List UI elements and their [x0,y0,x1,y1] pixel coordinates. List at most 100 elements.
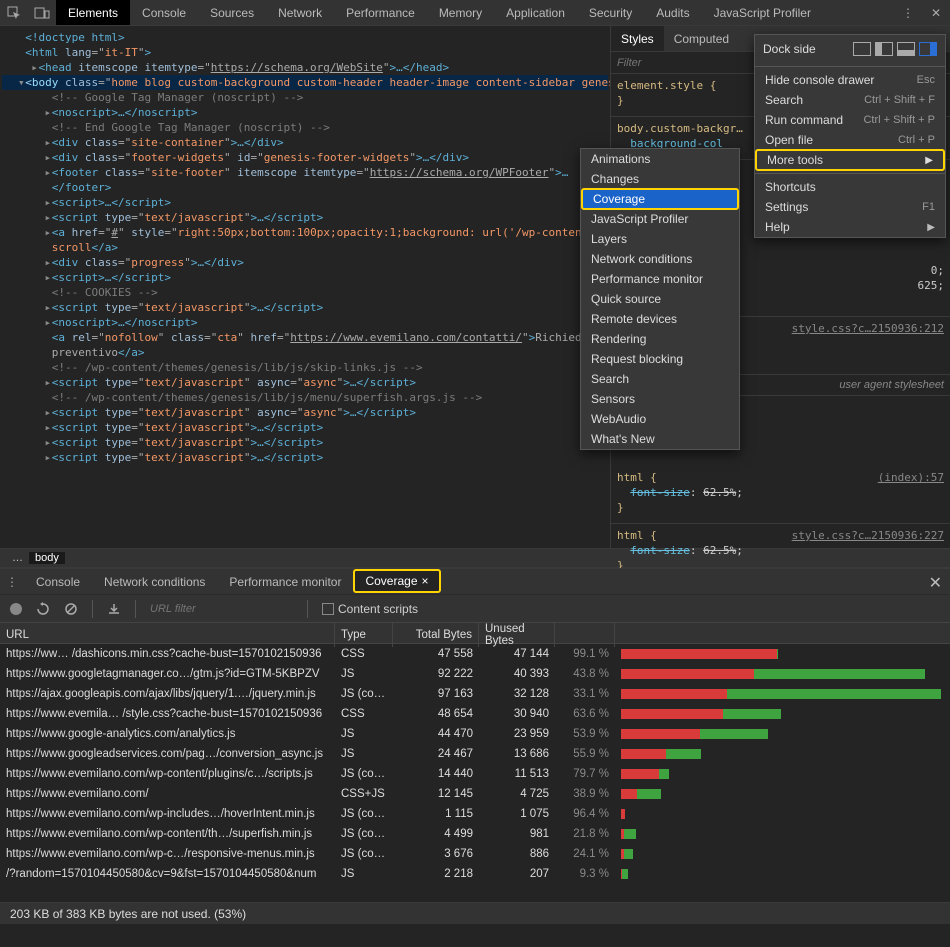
tools-item-what's-new[interactable]: What's New [581,429,739,449]
dom-node[interactable]: ▸<script type="text/javascript">…</scrip… [2,210,608,225]
url-filter-input[interactable] [150,603,293,615]
export-icon[interactable] [107,602,121,616]
dock-left-icon[interactable] [875,42,893,56]
coverage-row[interactable]: https://www.evemilano.com/wp-content/th…… [0,824,950,844]
drawer-tab-network-conditions[interactable]: Network conditions [92,569,217,594]
dom-node[interactable]: ▸<script type="text/javascript">…</scrip… [2,435,608,450]
more-tools-menu[interactable]: AnimationsChangesCoverageJavaScript Prof… [580,148,740,450]
dock-bottom-icon[interactable] [897,42,915,56]
drawer-tab-coverage[interactable]: Coverage × [353,569,440,593]
dom-node[interactable]: ▸<div class="footer-widgets" id="genesis… [2,150,608,165]
dom-node[interactable]: ▸<a href="#" style="right:50px;bottom:10… [2,225,608,240]
dom-node[interactable]: <!-- /wp-content/themes/genesis/lib/js/m… [2,390,608,405]
style-rule[interactable]: (index):57 html { font-size: 62.5%; } [611,466,950,524]
dom-node[interactable]: ▾<body class="home blog custom-backgroun… [2,75,608,90]
tools-item-layers[interactable]: Layers [581,229,739,249]
dock-undock-icon[interactable] [853,42,871,56]
coverage-row[interactable]: https://www.evemilano.com/wp-c…/responsi… [0,844,950,864]
menu-item-hide-console-drawer[interactable]: Hide console drawerEsc [755,70,945,90]
coverage-table[interactable]: https://ww… /dashicons.min.css?cache-bus… [0,644,950,902]
tab-console[interactable]: Console [130,0,198,25]
tools-item-sensors[interactable]: Sensors [581,389,739,409]
styles-tab-computed[interactable]: Computed [664,26,739,51]
coverage-row[interactable]: https://www.googleadservices.com/pag…/co… [0,744,950,764]
breadcrumb-item[interactable]: body [29,552,65,564]
dom-node[interactable]: preventivo</a> [2,345,608,360]
dom-node[interactable]: <a rel="nofollow" class="cta" href="http… [2,330,608,345]
settings-menu[interactable]: Dock side Hide console drawerEscSearchCt… [754,34,946,238]
dom-node[interactable]: ▸<script type="text/javascript">…</scrip… [2,450,608,465]
record-icon[interactable] [10,603,22,615]
elements-tree[interactable]: <!doctype html> <html lang="it-IT"> ▸<he… [0,26,610,548]
dom-node[interactable]: ▸<script type="text/javascript" async="a… [2,375,608,390]
tools-item-remote-devices[interactable]: Remote devices [581,309,739,329]
dom-node[interactable]: <!doctype html> [2,30,608,45]
dock-right-icon[interactable] [919,42,937,56]
dom-node[interactable]: ▸<div class="progress">…</div> [2,255,608,270]
dom-node[interactable]: ▸<script type="text/javascript">…</scrip… [2,300,608,315]
drawer-tab-console[interactable]: Console [24,569,92,594]
coverage-row[interactable]: https://www.evemilano.com/CSS+JS12 1454 … [0,784,950,804]
tools-item-network-conditions[interactable]: Network conditions [581,249,739,269]
inspect-icon[interactable] [0,0,28,25]
coverage-row[interactable]: https://www.google-analytics.com/analyti… [0,724,950,744]
tools-item-animations[interactable]: Animations [581,149,739,169]
tools-item-webaudio[interactable]: WebAudio [581,409,739,429]
coverage-row[interactable]: https://www.evemila… /style.css?cache-bu… [0,704,950,724]
tab-application[interactable]: Application [494,0,577,25]
tools-item-request-blocking[interactable]: Request blocking [581,349,739,369]
tools-item-quick-source[interactable]: Quick source [581,289,739,309]
dom-node[interactable]: <!-- Google Tag Manager (noscript) --> [2,90,608,105]
tab-javascript-profiler[interactable]: JavaScript Profiler [702,0,823,25]
menu-item-more-tools[interactable]: More tools▶ [755,149,945,171]
dom-node[interactable]: scroll</a> [2,240,608,255]
tools-item-search[interactable]: Search [581,369,739,389]
dom-node[interactable]: ▸<head itemscope itemtype="https://schem… [2,60,608,75]
tab-sources[interactable]: Sources [198,0,266,25]
dom-node[interactable]: ▸<script type="text/javascript">…</scrip… [2,420,608,435]
content-scripts-checkbox[interactable]: Content scripts [322,602,418,616]
device-toggle-icon[interactable] [28,0,56,25]
coverage-row[interactable]: https://www.googletagmanager.co…/gtm.js?… [0,664,950,684]
tools-item-javascript-profiler[interactable]: JavaScript Profiler [581,209,739,229]
menu-item-help[interactable]: Help▶ [755,217,945,237]
tab-network[interactable]: Network [266,0,334,25]
dom-node[interactable]: ▸<script type="text/javascript" async="a… [2,405,608,420]
drawer-tab-performance-monitor[interactable]: Performance monitor [217,569,353,594]
dom-node[interactable]: ▸<script>…</script> [2,270,608,285]
source-link[interactable]: style.css?c…2150936:227 [792,528,944,543]
dom-node[interactable]: <html lang="it-IT"> [2,45,608,60]
tools-item-changes[interactable]: Changes [581,169,739,189]
tab-performance[interactable]: Performance [334,0,427,25]
more-tabs-icon[interactable]: ⋮ [894,0,922,25]
tools-item-coverage[interactable]: Coverage [581,188,739,210]
coverage-row[interactable]: /?random=1570104450580&cv=9&fst=15701044… [0,864,950,884]
dom-node[interactable]: ▸<noscript>…</noscript> [2,315,608,330]
tools-item-performance-monitor[interactable]: Performance monitor [581,269,739,289]
coverage-row[interactable]: https://ww… /dashicons.min.css?cache-bus… [0,644,950,664]
source-link[interactable]: (index):57 [878,470,944,485]
coverage-row[interactable]: https://www.evemilano.com/wp-content/plu… [0,764,950,784]
dom-node[interactable]: <!-- End Google Tag Manager (noscript) -… [2,120,608,135]
tools-item-rendering[interactable]: Rendering [581,329,739,349]
tab-memory[interactable]: Memory [427,0,494,25]
coverage-row[interactable]: https://www.evemilano.com/wp-includes…/h… [0,804,950,824]
reload-icon[interactable] [36,602,50,616]
dom-node[interactable]: </footer> [2,180,608,195]
menu-item-search[interactable]: SearchCtrl + Shift + F [755,90,945,110]
menu-item-open-file[interactable]: Open fileCtrl + P [755,130,945,150]
close-tab-icon[interactable]: × [422,574,429,588]
dom-node[interactable]: ▸<noscript>…</noscript> [2,105,608,120]
drawer-more-icon[interactable]: ⋮ [0,569,24,594]
source-link[interactable]: style.css?c…2150936:212 [792,321,944,336]
breadcrumb-item[interactable]: … [6,552,29,564]
menu-item-settings[interactable]: SettingsF1 [755,197,945,217]
dom-node[interactable]: ▸<script>…</script> [2,195,608,210]
close-drawer-icon[interactable]: ✕ [929,573,942,593]
dom-node[interactable]: <!-- COOKIES --> [2,285,608,300]
coverage-table-header[interactable]: URL Type Total Bytes Unused Bytes [0,622,950,644]
dom-node[interactable]: ▸<div class="site-container">…</div> [2,135,608,150]
menu-item-shortcuts[interactable]: Shortcuts [755,177,945,197]
coverage-row[interactable]: https://ajax.googleapis.com/ajax/libs/jq… [0,684,950,704]
tab-elements[interactable]: Elements [56,0,130,25]
